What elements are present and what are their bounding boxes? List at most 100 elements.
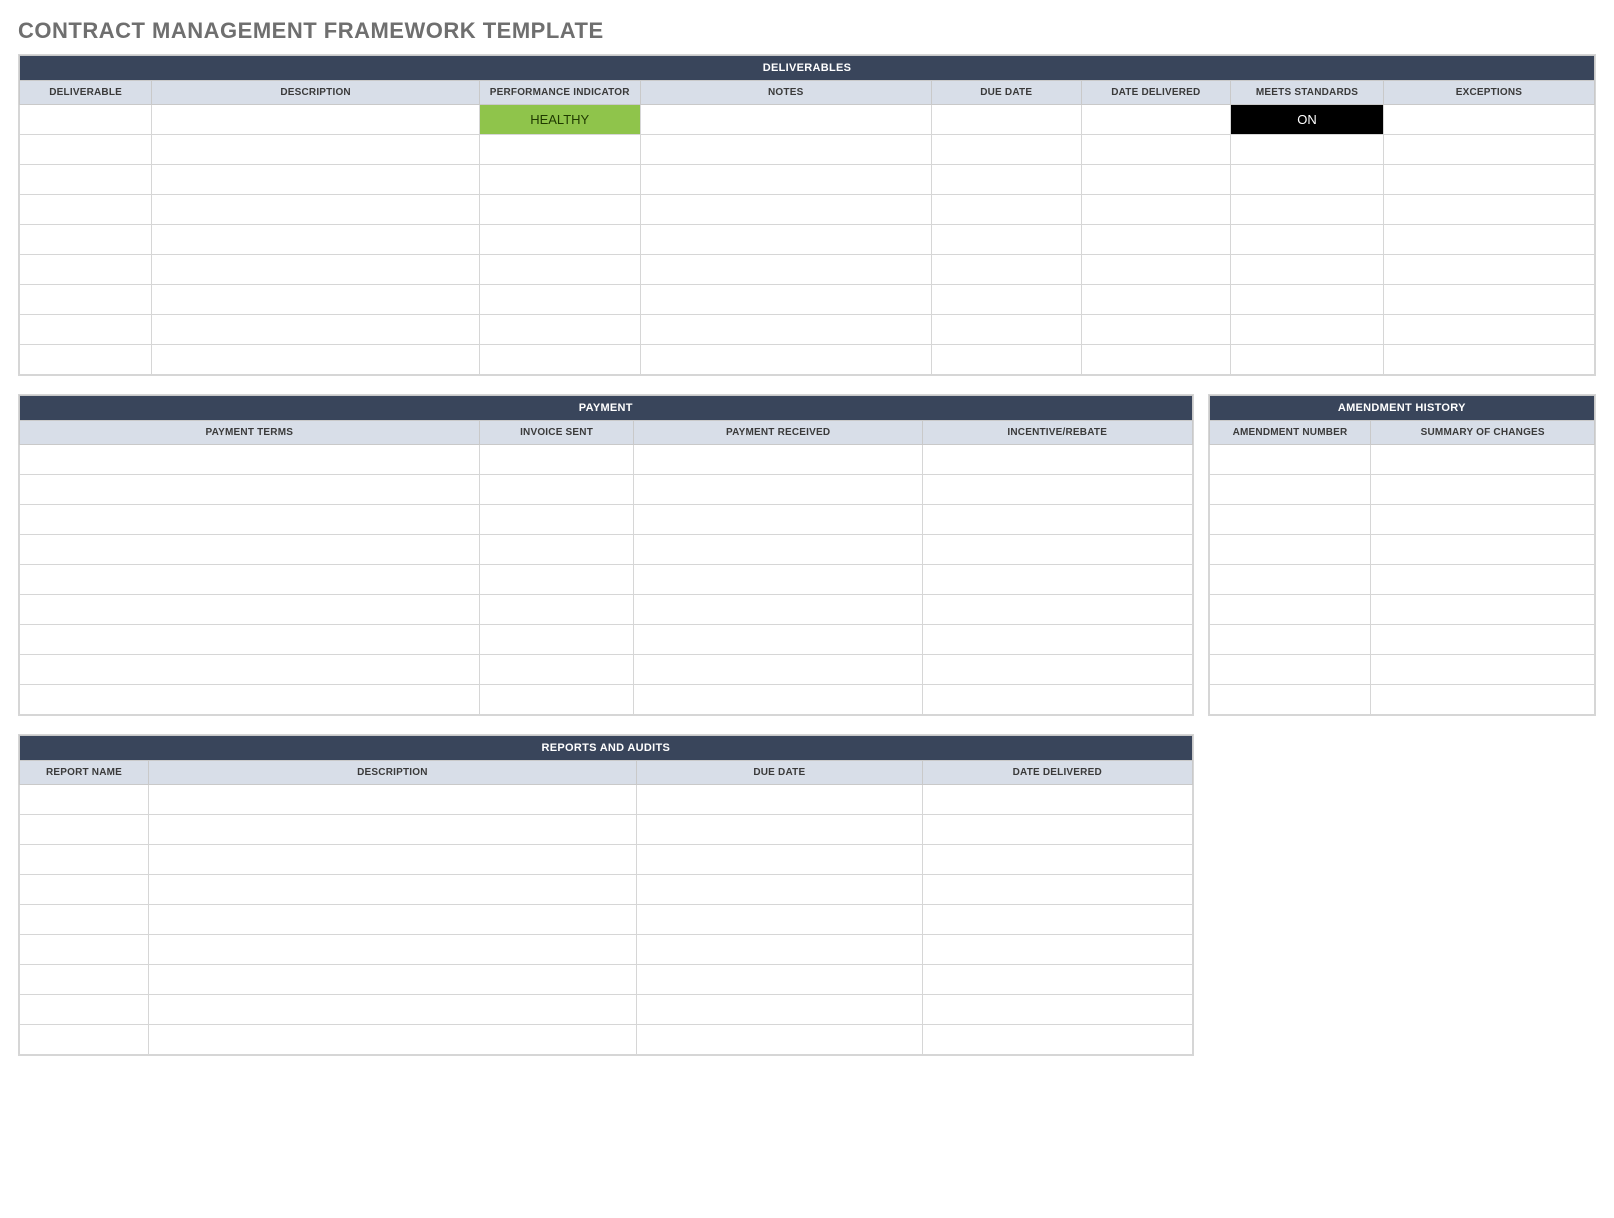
cell[interactable] <box>479 625 634 655</box>
cell-delivered[interactable] <box>1081 315 1231 345</box>
cell[interactable] <box>922 655 1192 685</box>
cell[interactable] <box>636 935 922 965</box>
cell[interactable] <box>1209 565 1371 595</box>
cell-performance[interactable] <box>479 135 640 165</box>
cell-deliverable[interactable] <box>20 165 152 195</box>
cell[interactable] <box>148 965 636 995</box>
cell[interactable] <box>636 815 922 845</box>
cell[interactable] <box>922 995 1192 1025</box>
cell-deliverable[interactable] <box>20 315 152 345</box>
cell[interactable] <box>922 445 1192 475</box>
cell-performance[interactable] <box>479 225 640 255</box>
cell[interactable] <box>634 685 922 715</box>
cell-deliverable[interactable] <box>20 135 152 165</box>
cell-description[interactable] <box>152 255 480 285</box>
cell[interactable] <box>1371 685 1595 715</box>
cell[interactable] <box>1209 505 1371 535</box>
cell[interactable] <box>148 815 636 845</box>
cell[interactable] <box>634 445 922 475</box>
cell-notes[interactable] <box>640 345 931 375</box>
cell[interactable] <box>148 935 636 965</box>
cell[interactable] <box>922 815 1192 845</box>
cell-exceptions[interactable] <box>1383 105 1594 135</box>
cell[interactable] <box>636 785 922 815</box>
cell[interactable] <box>1371 535 1595 565</box>
cell-description[interactable] <box>152 165 480 195</box>
cell-delivered[interactable] <box>1081 195 1231 225</box>
cell[interactable] <box>20 995 149 1025</box>
cell-description[interactable] <box>152 315 480 345</box>
cell-exceptions[interactable] <box>1383 165 1594 195</box>
cell-exceptions[interactable] <box>1383 345 1594 375</box>
cell-description[interactable] <box>152 285 480 315</box>
cell[interactable] <box>20 535 480 565</box>
cell[interactable] <box>148 1025 636 1055</box>
cell[interactable] <box>20 475 480 505</box>
cell[interactable] <box>1209 655 1371 685</box>
cell-notes[interactable] <box>640 225 931 255</box>
cell[interactable] <box>922 875 1192 905</box>
cell-exceptions[interactable] <box>1383 285 1594 315</box>
cell-performance[interactable] <box>479 315 640 345</box>
cell-due[interactable] <box>931 255 1081 285</box>
cell-due[interactable] <box>931 135 1081 165</box>
cell-deliverable[interactable] <box>20 105 152 135</box>
cell-notes[interactable] <box>640 315 931 345</box>
cell-description[interactable] <box>152 225 480 255</box>
cell[interactable] <box>20 505 480 535</box>
cell-notes[interactable] <box>640 285 931 315</box>
cell[interactable] <box>20 565 480 595</box>
cell[interactable] <box>20 815 149 845</box>
cell[interactable] <box>922 535 1192 565</box>
cell-performance[interactable] <box>479 255 640 285</box>
cell[interactable] <box>20 445 480 475</box>
cell[interactable] <box>922 1025 1192 1055</box>
cell-delivered[interactable] <box>1081 345 1231 375</box>
cell[interactable] <box>20 625 480 655</box>
cell[interactable] <box>634 655 922 685</box>
cell-description[interactable] <box>152 195 480 225</box>
cell-meets[interactable] <box>1231 225 1384 255</box>
cell-performance[interactable] <box>479 345 640 375</box>
cell[interactable] <box>479 535 634 565</box>
cell[interactable] <box>1209 685 1371 715</box>
cell[interactable] <box>20 935 149 965</box>
cell[interactable] <box>636 905 922 935</box>
cell[interactable] <box>922 685 1192 715</box>
cell-meets[interactable] <box>1231 135 1384 165</box>
cell[interactable] <box>20 845 149 875</box>
cell-delivered[interactable] <box>1081 105 1231 135</box>
cell[interactable] <box>636 875 922 905</box>
cell-delivered[interactable] <box>1081 225 1231 255</box>
cell-meets[interactable] <box>1231 165 1384 195</box>
cell-due[interactable] <box>931 285 1081 315</box>
cell[interactable] <box>1371 505 1595 535</box>
cell[interactable] <box>922 565 1192 595</box>
cell[interactable] <box>479 475 634 505</box>
cell-delivered[interactable] <box>1081 255 1231 285</box>
cell[interactable] <box>20 905 149 935</box>
cell[interactable] <box>922 845 1192 875</box>
cell[interactable] <box>148 905 636 935</box>
cell-deliverable[interactable] <box>20 255 152 285</box>
cell-description[interactable] <box>152 345 480 375</box>
cell[interactable] <box>20 655 480 685</box>
cell-due[interactable] <box>931 165 1081 195</box>
cell-performance[interactable]: HEALTHY <box>479 105 640 135</box>
cell[interactable] <box>1209 445 1371 475</box>
cell-exceptions[interactable] <box>1383 225 1594 255</box>
cell-due[interactable] <box>931 315 1081 345</box>
cell-description[interactable] <box>152 135 480 165</box>
cell-exceptions[interactable] <box>1383 195 1594 225</box>
cell-meets[interactable] <box>1231 285 1384 315</box>
cell[interactable] <box>1371 565 1595 595</box>
cell[interactable] <box>20 1025 149 1055</box>
cell-deliverable[interactable] <box>20 285 152 315</box>
cell[interactable] <box>1371 595 1595 625</box>
cell[interactable] <box>479 565 634 595</box>
cell[interactable] <box>922 625 1192 655</box>
cell-notes[interactable] <box>640 195 931 225</box>
cell[interactable] <box>922 965 1192 995</box>
cell-delivered[interactable] <box>1081 135 1231 165</box>
cell-exceptions[interactable] <box>1383 255 1594 285</box>
